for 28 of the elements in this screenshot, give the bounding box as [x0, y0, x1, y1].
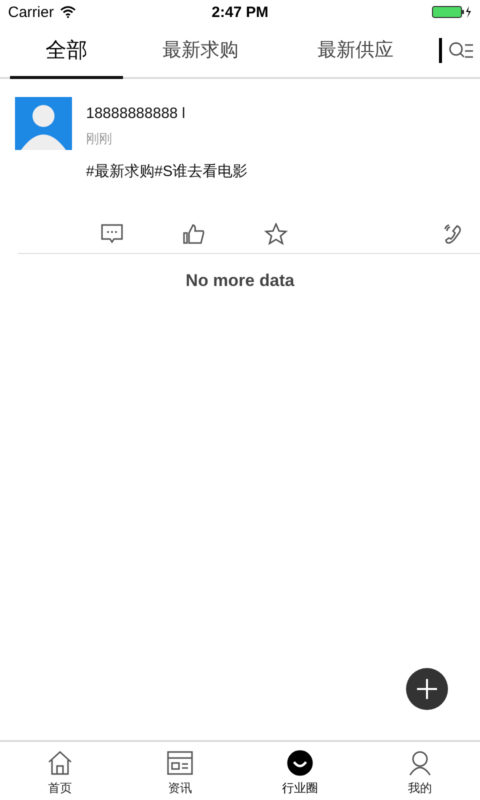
- post-time: 刚刚: [86, 130, 113, 148]
- clock-time: 2:47 PM: [212, 4, 268, 20]
- avatar-icon: [15, 97, 72, 150]
- phone-icon: [442, 223, 464, 245]
- search-list-icon: [448, 40, 474, 60]
- comment-icon: [100, 223, 124, 245]
- category-tab[interactable]: 最新求购: [123, 24, 278, 79]
- add-button[interactable]: [406, 668, 448, 710]
- plus-icon: [416, 678, 438, 700]
- author-name: 18888888888 l: [86, 105, 186, 122]
- phone-button[interactable]: [442, 223, 464, 245]
- smile-icon: [287, 750, 313, 776]
- nav-tab[interactable]: 行业圈: [240, 742, 360, 800]
- home-icon: [46, 750, 74, 776]
- no-more-data-label: No more data: [184, 270, 296, 291]
- category-tab[interactable]: 全部: [10, 24, 123, 79]
- carrier-label: Carrier: [8, 4, 54, 20]
- thumbs-up-icon: [182, 223, 206, 245]
- person-icon: [407, 750, 433, 776]
- nav-tab[interactable]: 我的: [360, 742, 480, 800]
- category-tab[interactable]: 最新供应: [278, 24, 433, 79]
- battery-icon: [432, 6, 472, 18]
- wifi-icon: [60, 6, 76, 18]
- star-icon: [264, 223, 288, 245]
- nav-tab[interactable]: 资讯: [120, 742, 240, 800]
- newspaper-icon: [166, 750, 194, 776]
- post-text: #最新求购#S谁去看电影: [86, 162, 248, 181]
- nav-tab[interactable]: 首页: [0, 742, 120, 800]
